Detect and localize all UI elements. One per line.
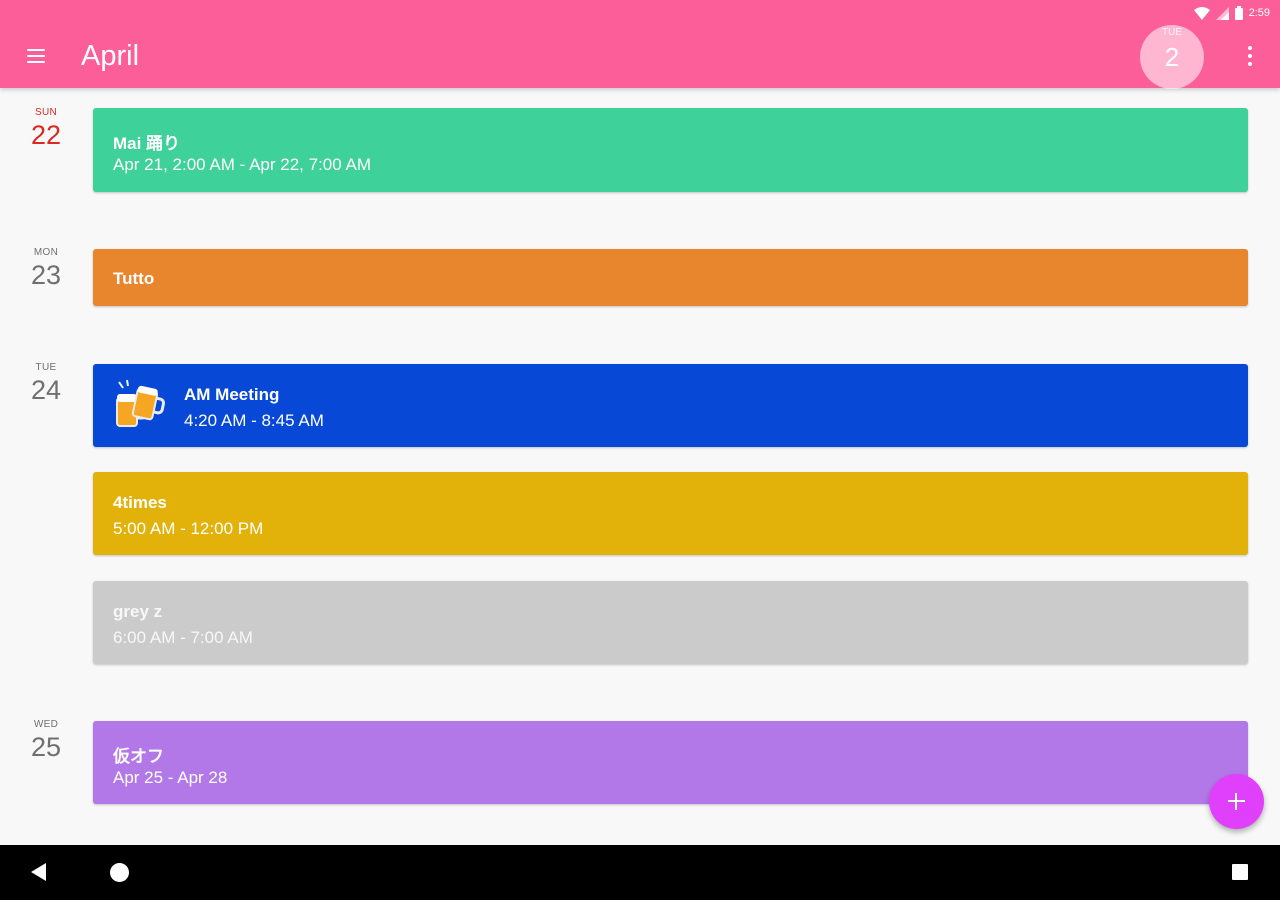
event-title: Mai 踊り xyxy=(113,134,181,153)
event-time: 6:00 AM - 7:00 AM xyxy=(113,628,253,647)
page-title: April xyxy=(81,40,140,72)
event-time: Apr 25 - Apr 28 xyxy=(113,768,228,787)
day-number: 25 xyxy=(30,732,62,762)
more-vert-icon[interactable] xyxy=(1238,44,1262,68)
status-time: 2:59 xyxy=(1248,7,1270,19)
event-card[interactable]: 4times 5:00 AM - 12:00 PM xyxy=(93,472,1248,555)
home-icon[interactable] xyxy=(110,863,129,882)
day-dow: WED xyxy=(33,719,59,730)
event-card[interactable]: 仮オフ Apr 25 - Apr 28 xyxy=(93,721,1248,804)
day-label-wed: WED 25 xyxy=(20,719,72,763)
wifi-icon xyxy=(1193,6,1210,20)
day-dow: SUN xyxy=(34,107,57,118)
cell-signal-icon xyxy=(1215,6,1229,20)
event-card[interactable]: Tutto xyxy=(93,249,1248,306)
day-label-mon: MON 23 xyxy=(20,247,72,291)
beer-mugs-icon xyxy=(116,379,165,427)
event-card[interactable]: grey z 6:00 AM - 7:00 AM xyxy=(93,581,1248,664)
event-time: Apr 21, 2:00 AM - Apr 22, 7:00 AM xyxy=(113,155,371,174)
event-title: 4times xyxy=(113,493,167,512)
today-button[interactable]: TUE 2 xyxy=(1140,25,1204,89)
back-icon[interactable] xyxy=(31,863,46,881)
day-label-tue: TUE 24 xyxy=(20,362,72,406)
event-title: Tutto xyxy=(113,269,155,288)
event-title: 仮オフ xyxy=(113,747,164,766)
event-time: 5:00 AM - 12:00 PM xyxy=(113,519,264,538)
add-event-button[interactable] xyxy=(1209,774,1264,829)
system-nav-bar xyxy=(0,845,1280,900)
event-title: AM Meeting xyxy=(184,385,280,404)
recents-icon[interactable] xyxy=(1232,864,1248,880)
event-card[interactable]: Mai 踊り Apr 21, 2:00 AM - Apr 22, 7:00 AM xyxy=(93,108,1248,192)
today-dow: TUE xyxy=(1162,27,1182,38)
event-time: 4:20 AM - 8:45 AM xyxy=(184,411,324,430)
day-number: 22 xyxy=(30,120,62,150)
day-dow: MON xyxy=(33,247,59,258)
event-title: grey z xyxy=(113,602,163,621)
app-bar: 2:59 April TUE 2 xyxy=(0,0,1280,89)
hamburger-menu-icon[interactable] xyxy=(22,42,50,70)
status-bar: 2:59 xyxy=(1193,4,1270,22)
today-day: 2 xyxy=(1164,42,1180,72)
day-number: 23 xyxy=(30,260,62,290)
day-label-sun: SUN 22 xyxy=(20,107,72,151)
battery-icon xyxy=(1234,6,1243,20)
event-card[interactable]: AM Meeting 4:20 AM - 8:45 AM xyxy=(93,364,1248,447)
day-dow: TUE xyxy=(35,362,57,373)
day-number: 24 xyxy=(30,375,62,405)
